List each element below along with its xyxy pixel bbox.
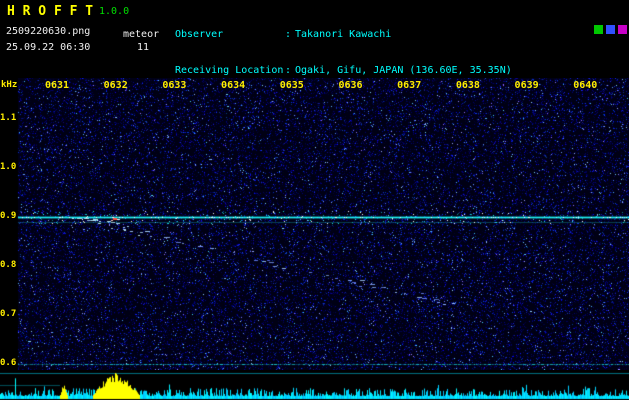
station-separator: : xyxy=(285,65,292,76)
status-square-magenta xyxy=(618,25,627,34)
datetime-label: 25.09.22 06:30 xyxy=(6,42,91,53)
output-filename: 2509220630.png xyxy=(6,26,91,37)
app-version: 1.0.0 xyxy=(99,6,130,17)
echo-count: 11 xyxy=(137,42,150,53)
signal-level-canvas xyxy=(0,370,629,400)
freq-unit-label: kHz xyxy=(1,80,18,90)
spectrogram-canvas xyxy=(0,78,629,370)
status-square-blue xyxy=(606,25,615,34)
station-value: Takanori Kawachi xyxy=(295,29,392,40)
station-label: Receiving Location xyxy=(175,65,284,76)
station-value: Ogaki, Gifu, JAPAN (136.60E, 35.35N) xyxy=(295,65,512,76)
station-separator: : xyxy=(285,29,292,40)
status-squares xyxy=(594,25,627,34)
mode-label: meteor xyxy=(123,29,160,40)
hrofft-output: H R O F F T 1.0.0 2509220630.png meteor … xyxy=(0,0,629,400)
app-title: H R O F F T xyxy=(7,4,94,19)
station-row-location: Receiving Location: Ogaki, Gifu, JAPAN (1… xyxy=(175,65,512,77)
station-row-observer: Observer: Takanori Kawachi xyxy=(175,29,512,41)
status-square-green xyxy=(594,25,603,34)
station-label: Observer xyxy=(175,29,224,40)
